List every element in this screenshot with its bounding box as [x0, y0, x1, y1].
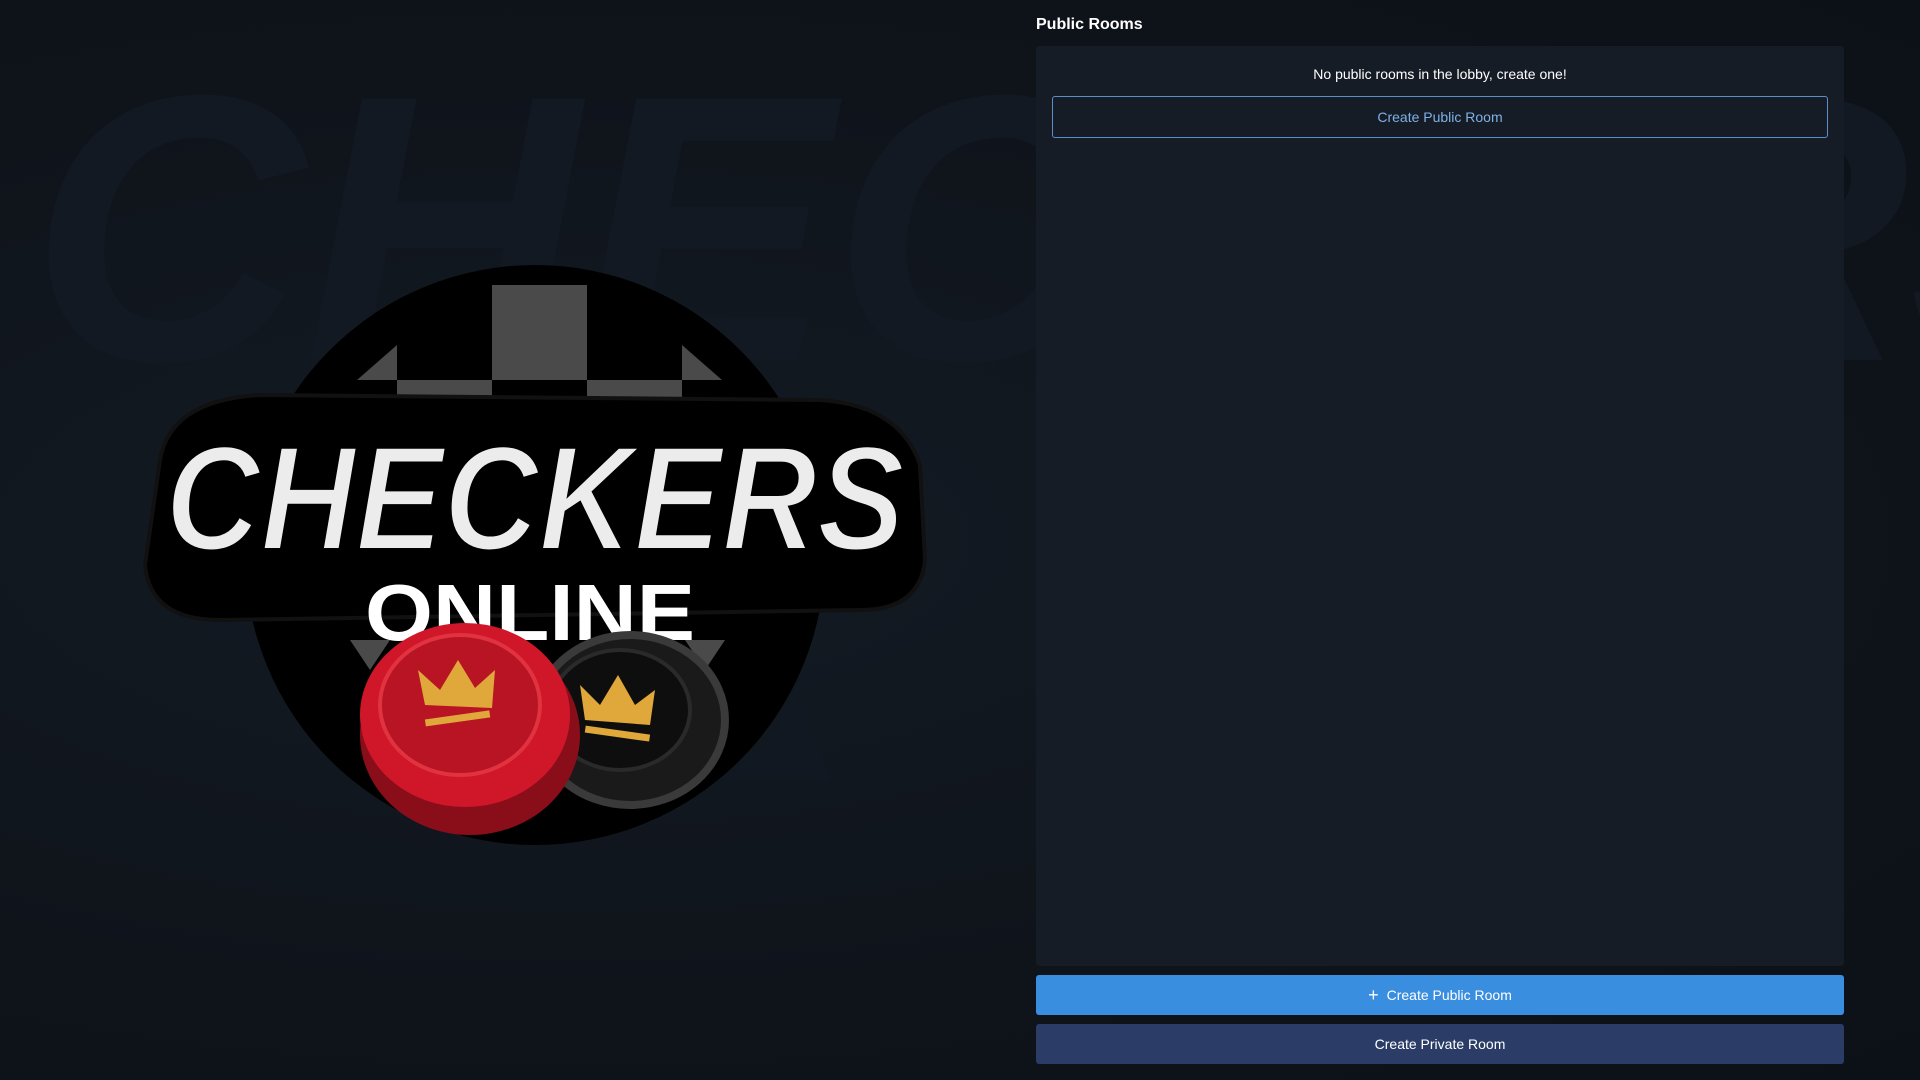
public-rooms-heading: Public Rooms [1036, 16, 1143, 33]
create-public-room-label: Create Public Room [1386, 987, 1512, 1003]
lobby-page: CHECKERS CHECKERS ONLINE [0, 0, 1920, 1080]
create-private-room-label: Create Private Room [1374, 1036, 1506, 1052]
logo-title: CHECKERS [165, 414, 905, 582]
create-public-room-button[interactable]: + Create Public Room [1036, 975, 1844, 1015]
empty-lobby-message: No public rooms in the lobby, create one… [1313, 66, 1567, 82]
inline-create-public-room-label: Create Public Room [1377, 109, 1503, 125]
inline-create-public-room-button[interactable]: Create Public Room [1052, 96, 1828, 138]
plus-icon: + [1368, 985, 1379, 1005]
public-rooms-list: No public rooms in the lobby, create one… [1036, 46, 1844, 966]
create-private-room-button[interactable]: Create Private Room [1036, 1024, 1844, 1064]
checkers-online-logo: CHECKERS ONLINE [142, 265, 928, 845]
